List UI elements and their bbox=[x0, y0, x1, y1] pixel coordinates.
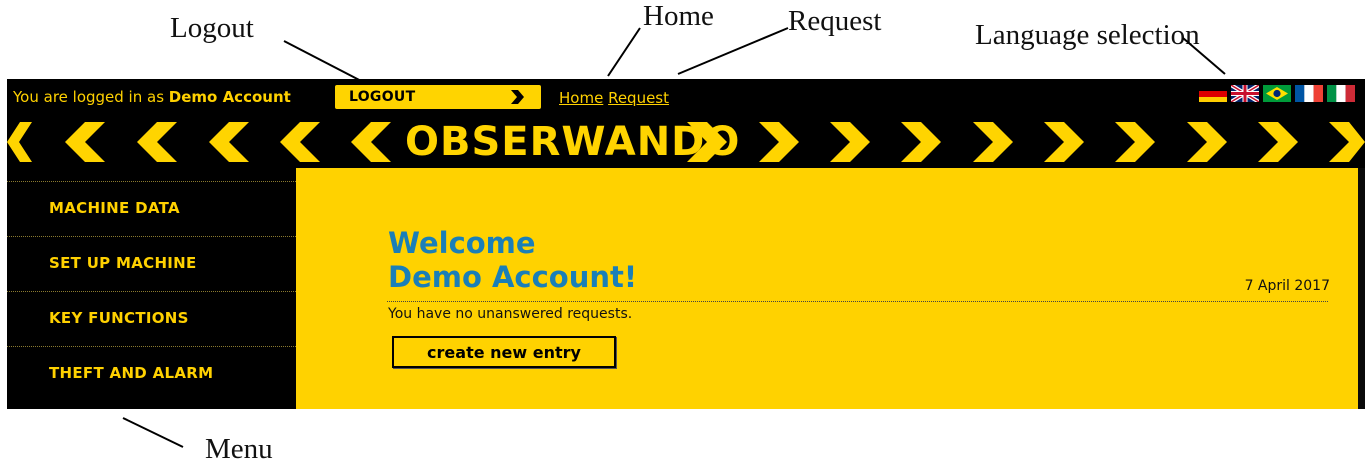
brand-banner: OBSERWANDO bbox=[7, 116, 1365, 168]
brazil-flag-icon[interactable] bbox=[1263, 85, 1291, 102]
welcome-account-line: Demo Account! bbox=[388, 260, 638, 294]
current-date: 7 April 2017 bbox=[1244, 278, 1330, 294]
annotation-home: Home bbox=[643, 0, 714, 32]
sidebar-item-label: KEY FUNCTIONS bbox=[49, 309, 189, 327]
logged-in-prefix: You are logged in as bbox=[13, 88, 169, 106]
sidebar-item-label: MACHINE DATA bbox=[49, 199, 180, 217]
main-content: Welcome Demo Account! 7 April 2017 You h… bbox=[296, 168, 1358, 409]
annotation-menu: Menu bbox=[205, 433, 273, 465]
account-name: Demo Account bbox=[168, 88, 291, 106]
top-links: Home Request bbox=[559, 89, 669, 107]
chevron-right-icon bbox=[511, 90, 524, 104]
home-link[interactable]: Home bbox=[559, 89, 603, 107]
sidebar-item-set-up-machine[interactable]: SET UP MACHINE bbox=[7, 236, 296, 290]
create-new-entry-label: create new entry bbox=[427, 343, 581, 362]
language-selection bbox=[1199, 85, 1355, 102]
sidebar-item-key-functions[interactable]: KEY FUNCTIONS bbox=[7, 291, 296, 345]
annotation-language-selection: Language selection bbox=[975, 19, 1200, 51]
italy-flag-icon[interactable] bbox=[1327, 85, 1355, 102]
german-flag-icon[interactable] bbox=[1199, 85, 1227, 102]
logged-in-status: You are logged in as Demo Account bbox=[13, 88, 291, 106]
logout-button[interactable]: LOGOUT bbox=[335, 85, 541, 109]
brand-logo[interactable]: OBSERWANDO bbox=[405, 119, 740, 165]
request-link[interactable]: Request bbox=[608, 89, 669, 107]
sidebar-menu: MACHINE DATA SET UP MACHINE KEY FUNCTION… bbox=[7, 168, 296, 409]
app-frame: You are logged in as Demo Account LOGOUT… bbox=[7, 79, 1365, 409]
welcome-line: Welcome bbox=[388, 226, 536, 260]
sidebar-item-label: THEFT AND ALARM bbox=[49, 364, 214, 382]
logout-label: LOGOUT bbox=[349, 89, 416, 105]
top-bar: You are logged in as Demo Account LOGOUT… bbox=[7, 79, 1365, 116]
annotation-logout: Logout bbox=[170, 12, 254, 44]
sidebar-item-theft-and-alarm[interactable]: THEFT AND ALARM bbox=[7, 346, 296, 400]
annotation-request: Request bbox=[788, 5, 882, 37]
divider bbox=[387, 301, 1328, 302]
welcome-heading: Welcome Demo Account! bbox=[388, 226, 637, 294]
requests-status: You have no unanswered requests. bbox=[388, 306, 633, 322]
uk-flag-icon[interactable] bbox=[1231, 85, 1259, 102]
create-new-entry-button[interactable]: create new entry bbox=[392, 336, 616, 368]
sidebar-item-machine-data[interactable]: MACHINE DATA bbox=[7, 181, 296, 235]
sidebar-item-label: SET UP MACHINE bbox=[49, 254, 197, 272]
france-flag-icon[interactable] bbox=[1295, 85, 1323, 102]
